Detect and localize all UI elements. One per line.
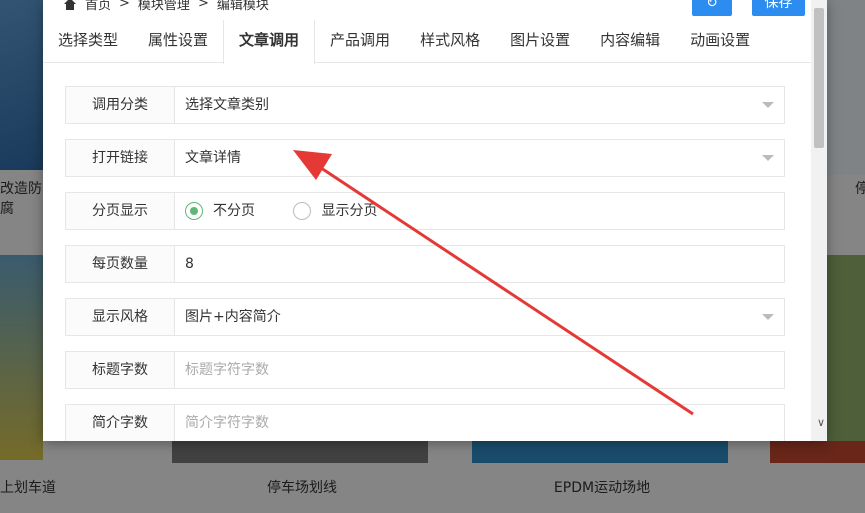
intro-chars-input[interactable]: 简介字符字数	[175, 405, 784, 441]
tab-bar: 选择类型 属性设置 文章调用 产品调用 样式风格 图片设置 内容编辑 动画设置	[43, 20, 827, 64]
radio-no-pagination[interactable]: 不分页	[185, 193, 255, 229]
home-icon[interactable]	[63, 0, 77, 10]
form-row-pagination: 分页显示 不分页 显示分页	[65, 192, 785, 230]
tab-properties[interactable]: 属性设置	[133, 20, 223, 63]
radio-checked-icon	[185, 202, 203, 220]
display-style-select[interactable]: 图片+内容简介	[175, 299, 784, 335]
tab-content-edit[interactable]: 内容编辑	[585, 20, 675, 63]
radio-show-pagination[interactable]: 显示分页	[293, 193, 377, 229]
save-button[interactable]: 保存	[752, 0, 805, 16]
breadcrumb-module-manage[interactable]: 模块管理	[138, 0, 190, 13]
tab-select-type[interactable]: 选择类型	[43, 20, 133, 63]
scrollbar[interactable]: ∨	[811, 0, 827, 441]
category-select-value: 选择文章类别	[185, 97, 269, 113]
intro-chars-label: 简介字数	[66, 405, 175, 441]
display-style-label: 显示风格	[66, 299, 175, 335]
breadcrumb-separator: >	[197, 0, 209, 11]
breadcrumb-bar: 首页 > 模块管理 > 编辑模块 ↻ 保存	[43, 0, 827, 20]
tab-article-call[interactable]: 文章调用	[223, 20, 316, 64]
display-style-select-value: 图片+内容简介	[185, 309, 281, 325]
form-row-category: 调用分类 选择文章类别	[65, 86, 785, 124]
radio-unchecked-icon	[293, 202, 312, 220]
chevron-down-icon	[762, 102, 774, 108]
breadcrumb-home[interactable]: 首页	[85, 0, 111, 13]
category-select[interactable]: 选择文章类别	[175, 87, 784, 123]
radio-show-pagination-label: 显示分页	[321, 203, 378, 219]
form-row-display-style: 显示风格 图片+内容简介	[65, 298, 785, 336]
title-chars-label: 标题字数	[66, 352, 175, 388]
per-page-label: 每页数量	[66, 246, 175, 282]
category-label: 调用分类	[66, 87, 175, 123]
breadcrumb-separator: >	[119, 0, 130, 11]
tab-animation[interactable]: 动画设置	[675, 20, 765, 63]
refresh-button[interactable]: ↻	[692, 0, 732, 16]
title-chars-input[interactable]: 标题字符字数	[175, 352, 784, 388]
form-row-intro-chars: 简介字数 简介字符字数	[65, 404, 785, 441]
chevron-down-icon	[762, 155, 774, 161]
chevron-down-icon[interactable]: ∨	[817, 416, 825, 429]
form-row-title-chars: 标题字数 标题字符字数	[65, 351, 785, 389]
chevron-down-icon	[762, 314, 774, 320]
per-page-input[interactable]: 8	[175, 246, 784, 282]
scrollbar-thumb[interactable]	[814, 8, 824, 148]
radio-no-pagination-label: 不分页	[213, 203, 255, 219]
form-row-open-link: 打开链接 文章详情	[65, 139, 785, 177]
edit-module-dialog: 首页 > 模块管理 > 编辑模块 ↻ 保存 选择类型 属性设置 文章调用 产品调…	[43, 0, 827, 441]
breadcrumb-edit-module: 编辑模块	[216, 0, 269, 13]
breadcrumb: 首页 > 模块管理 > 编辑模块	[63, 0, 269, 13]
open-link-label: 打开链接	[66, 140, 175, 176]
open-link-select-value: 文章详情	[185, 150, 241, 166]
open-link-select[interactable]: 文章详情	[175, 140, 784, 176]
pagination-label: 分页显示	[66, 193, 175, 229]
form-row-per-page: 每页数量 8	[65, 245, 785, 283]
tab-style[interactable]: 样式风格	[405, 20, 495, 63]
tab-product-call[interactable]: 产品调用	[315, 20, 405, 63]
pagination-radio-group: 不分页 显示分页	[175, 193, 784, 229]
tab-image-settings[interactable]: 图片设置	[495, 20, 585, 63]
